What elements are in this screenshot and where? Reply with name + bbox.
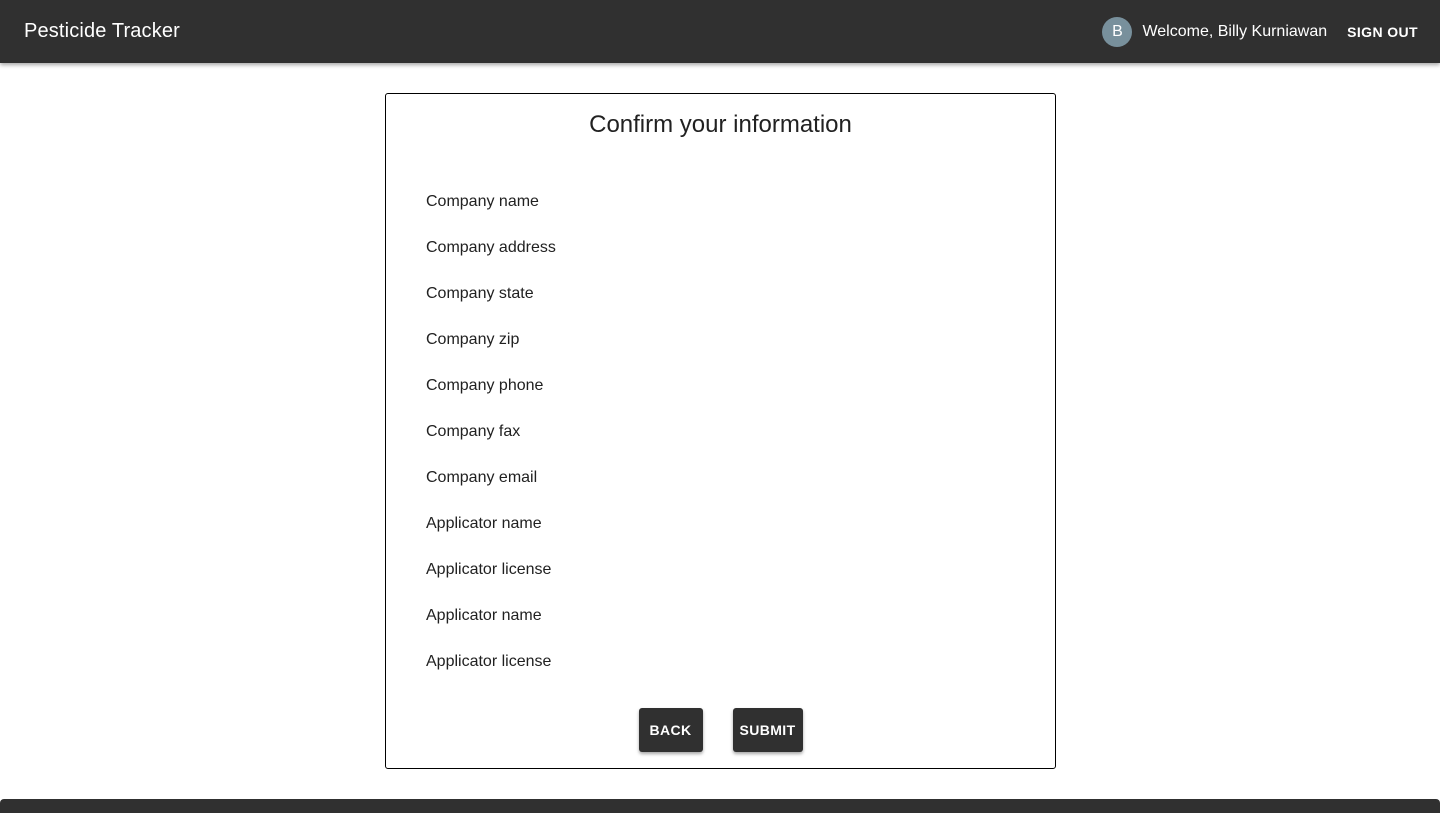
app-title: Pesticide Tracker [24,20,180,42]
field-applicator-name: Applicator name [426,515,542,532]
welcome-text: Welcome, Billy Kurniawan [1142,22,1328,40]
card-title: Confirm your information [589,111,852,138]
form-actions: BACK SUBMIT [386,708,1055,752]
confirm-info-card: Confirm your information Company name Co… [385,93,1056,769]
user-avatar: B [1102,16,1133,47]
field-company-zip: Company zip [426,331,520,348]
field-applicator-license-2: Applicator license [426,653,552,670]
field-company-email: Company email [426,469,538,486]
field-company-fax: Company fax [426,423,521,440]
field-applicator-name-2: Applicator name [426,607,542,624]
field-company-address: Company address [426,239,556,256]
footer-bar [0,799,1440,813]
field-applicator-license: Applicator license [426,561,552,578]
field-company-phone: Company phone [426,377,544,394]
submit-button[interactable]: SUBMIT [732,708,803,752]
back-button[interactable]: BACK [638,708,703,752]
sign-out-button[interactable]: SIGN OUT [1341,18,1424,46]
field-list: Company name Company address Company sta… [426,190,556,696]
field-company-state: Company state [426,285,534,302]
field-company-name: Company name [426,193,539,210]
app-bar: Pesticide Tracker B Welcome, Billy Kurni… [0,0,1440,63]
